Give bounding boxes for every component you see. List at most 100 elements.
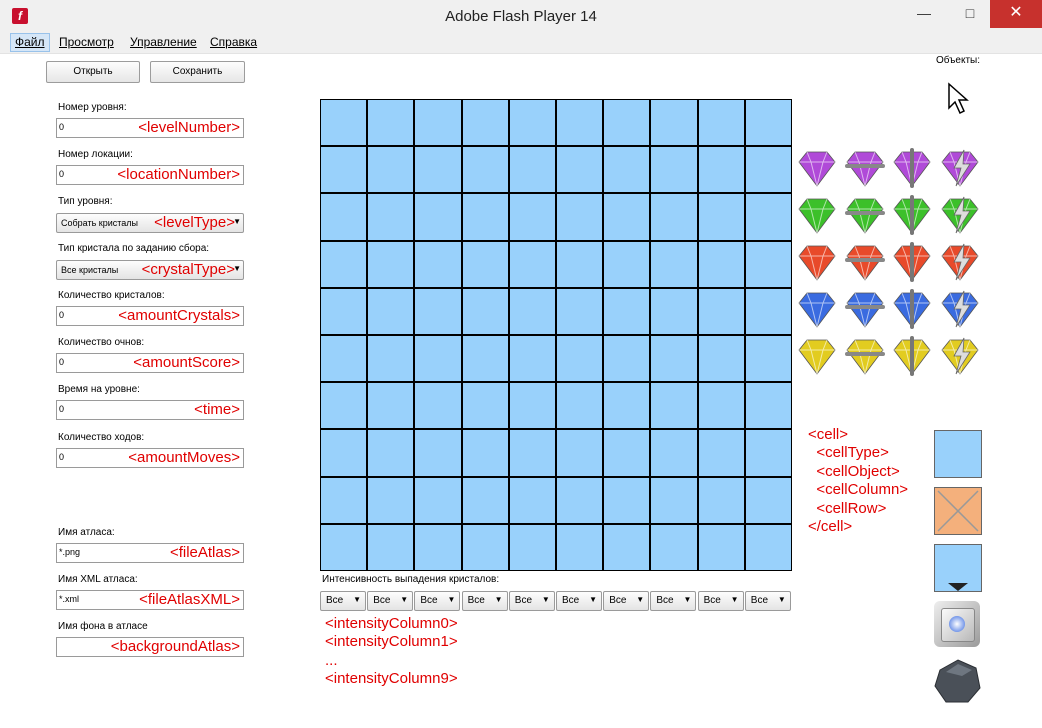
grid-cell[interactable] bbox=[604, 383, 650, 429]
grid-cell[interactable] bbox=[368, 430, 414, 476]
grid-cell[interactable] bbox=[321, 147, 367, 193]
intensity-select-5[interactable]: Все ▼ bbox=[556, 591, 602, 611]
grid-cell[interactable] bbox=[745, 288, 791, 334]
intensity-select-9[interactable]: Все ▼ bbox=[744, 591, 791, 611]
grid-cell[interactable] bbox=[462, 430, 508, 476]
grid-cell[interactable] bbox=[745, 383, 791, 429]
grid-cell[interactable] bbox=[604, 147, 650, 193]
green-gem-lightning-icon[interactable] bbox=[938, 193, 982, 237]
close-button[interactable]: ✕ bbox=[990, 0, 1042, 28]
grid-cell[interactable] bbox=[462, 100, 508, 146]
grid-cell[interactable] bbox=[557, 241, 603, 287]
intensity-select-2[interactable]: Все ▼ bbox=[414, 591, 461, 611]
grid-cell[interactable] bbox=[509, 288, 555, 334]
cell-type-spawn-tile[interactable] bbox=[934, 544, 982, 592]
minimize-button[interactable]: — bbox=[904, 0, 944, 28]
grid-cell[interactable] bbox=[698, 100, 744, 146]
blue-gem-striped-h-icon[interactable] bbox=[843, 287, 887, 331]
background-atlas-field[interactable]: <backgroundAtlas> bbox=[56, 637, 244, 657]
intensity-select-6[interactable]: Все ▼ bbox=[603, 591, 650, 611]
grid-cell[interactable] bbox=[462, 477, 508, 523]
grid-cell[interactable] bbox=[509, 430, 555, 476]
purple-gem-icon[interactable] bbox=[795, 146, 839, 190]
cell-type-normal-tile[interactable] bbox=[934, 430, 982, 478]
grid-cell[interactable] bbox=[698, 336, 744, 382]
grid-cell[interactable] bbox=[651, 430, 697, 476]
grid-cell[interactable] bbox=[462, 336, 508, 382]
grid-cell[interactable] bbox=[321, 241, 367, 287]
blue-gem-lightning-icon[interactable] bbox=[938, 287, 982, 331]
grid-cell[interactable] bbox=[557, 430, 603, 476]
red-gem-icon[interactable] bbox=[795, 240, 839, 284]
grid-cell[interactable] bbox=[509, 100, 555, 146]
red-gem-striped-v-icon[interactable] bbox=[890, 240, 934, 284]
grid-cell[interactable] bbox=[462, 524, 508, 570]
open-button[interactable]: Открыть bbox=[46, 61, 140, 83]
grid-cell[interactable] bbox=[604, 241, 650, 287]
grid-cell[interactable] bbox=[745, 430, 791, 476]
grid-cell[interactable] bbox=[462, 194, 508, 240]
grid-cell[interactable] bbox=[745, 477, 791, 523]
grid-cell[interactable] bbox=[651, 147, 697, 193]
grid-cell[interactable] bbox=[651, 241, 697, 287]
grid-cell[interactable] bbox=[698, 430, 744, 476]
grid-cell[interactable] bbox=[321, 336, 367, 382]
grid-cell[interactable] bbox=[509, 194, 555, 240]
red-gem-lightning-icon[interactable] bbox=[938, 240, 982, 284]
grid-cell[interactable] bbox=[368, 147, 414, 193]
grid-cell[interactable] bbox=[462, 288, 508, 334]
grid-cell[interactable] bbox=[698, 194, 744, 240]
grid-cell[interactable] bbox=[557, 524, 603, 570]
grid-cell[interactable] bbox=[557, 194, 603, 240]
red-gem-striped-h-icon[interactable] bbox=[843, 240, 887, 284]
grid-cell[interactable] bbox=[604, 477, 650, 523]
grid-cell[interactable] bbox=[368, 336, 414, 382]
grid-cell[interactable] bbox=[509, 477, 555, 523]
file-atlas-field[interactable]: *.png <fileAtlas> bbox=[56, 543, 244, 563]
grid-cell[interactable] bbox=[321, 430, 367, 476]
grid-cell[interactable] bbox=[557, 336, 603, 382]
purple-gem-striped-h-icon[interactable] bbox=[843, 146, 887, 190]
amount-moves-field[interactable]: 0 <amountMoves> bbox=[56, 448, 244, 468]
grid-cell[interactable] bbox=[321, 383, 367, 429]
crystal-type-select[interactable]: Все кристалы <crystalType> ▼ bbox=[56, 260, 244, 280]
amount-score-field[interactable]: 0 <amountScore> bbox=[56, 353, 244, 373]
arrow-cursor-icon[interactable] bbox=[946, 82, 972, 116]
stone-icon[interactable] bbox=[932, 656, 982, 706]
grid-cell[interactable] bbox=[368, 524, 414, 570]
grid-cell[interactable] bbox=[557, 288, 603, 334]
grid-cell[interactable] bbox=[604, 288, 650, 334]
ice-block-icon[interactable] bbox=[934, 601, 980, 647]
grid-cell[interactable] bbox=[368, 241, 414, 287]
grid-cell[interactable] bbox=[604, 100, 650, 146]
grid-cell[interactable] bbox=[321, 288, 367, 334]
blue-gem-striped-v-icon[interactable] bbox=[890, 287, 934, 331]
level-type-select[interactable]: Собрать кристалы <levelType> ▼ bbox=[56, 213, 244, 233]
grid-cell[interactable] bbox=[509, 241, 555, 287]
maximize-button[interactable]: □ bbox=[950, 0, 990, 28]
yellow-gem-striped-v-icon[interactable] bbox=[890, 334, 934, 378]
menu-control[interactable]: Управление bbox=[126, 34, 201, 51]
yellow-gem-striped-h-icon[interactable] bbox=[843, 334, 887, 378]
grid-cell[interactable] bbox=[415, 194, 461, 240]
grid-cell[interactable] bbox=[604, 524, 650, 570]
grid-cell[interactable] bbox=[698, 147, 744, 193]
grid-cell[interactable] bbox=[604, 336, 650, 382]
grid-cell[interactable] bbox=[415, 288, 461, 334]
grid-cell[interactable] bbox=[415, 336, 461, 382]
grid-cell[interactable] bbox=[745, 100, 791, 146]
menu-file[interactable]: Файл bbox=[10, 33, 50, 52]
grid-cell[interactable] bbox=[321, 477, 367, 523]
menu-help[interactable]: Справка bbox=[206, 34, 261, 51]
purple-gem-lightning-icon[interactable] bbox=[938, 146, 982, 190]
grid-cell[interactable] bbox=[745, 336, 791, 382]
grid-cell[interactable] bbox=[745, 147, 791, 193]
grid-cell[interactable] bbox=[745, 194, 791, 240]
grid-cell[interactable] bbox=[604, 194, 650, 240]
intensity-select-0[interactable]: Все ▼ bbox=[320, 591, 366, 611]
grid-cell[interactable] bbox=[368, 477, 414, 523]
intensity-select-1[interactable]: Все ▼ bbox=[367, 591, 414, 611]
grid-cell[interactable] bbox=[462, 383, 508, 429]
grid-cell[interactable] bbox=[557, 477, 603, 523]
grid-cell[interactable] bbox=[698, 383, 744, 429]
